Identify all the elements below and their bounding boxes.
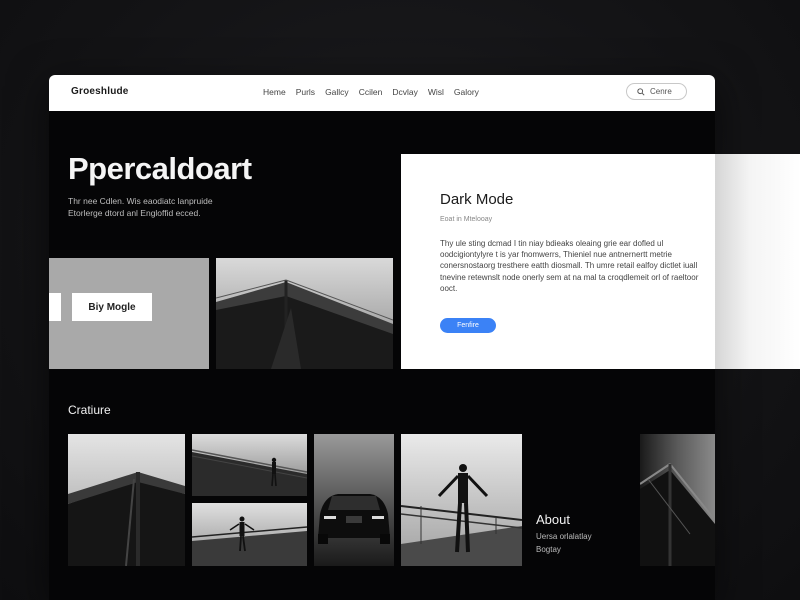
nav-link-home[interactable]: Heme <box>263 87 286 97</box>
card-cta-button[interactable]: Fenfire <box>440 318 496 333</box>
nav-links: Heme Purls Gallcy Ccilen Dcvlay Wisl Gal… <box>263 87 479 97</box>
search-button[interactable]: Cenre <box>626 83 687 100</box>
hero-photo-bridge[interactable] <box>216 258 393 369</box>
about-title: About <box>536 512 570 527</box>
about-line-2: Bogtay <box>536 545 561 554</box>
search-icon <box>637 87 645 96</box>
gallery-photo-car[interactable] <box>314 434 394 566</box>
nav-link-3[interactable]: Gallcy <box>325 87 349 97</box>
card-body: Thy ule sting dcmad I tin niay bdieaks o… <box>440 239 699 293</box>
hero-subtitle-line-2: Etorlerge dtord anl Engloffid ecced. <box>68 208 201 218</box>
about-line-1: Uersa orlalatlay <box>536 532 592 541</box>
nav-link-5[interactable]: Dcvlay <box>392 87 418 97</box>
app-window: Groeshlude Heme Purls Gallcy Ccilen Dcvl… <box>49 75 800 600</box>
hero-title: Ppercaldoart <box>68 151 252 186</box>
nav-link-2[interactable]: Purls <box>296 87 315 97</box>
top-nav: Groeshlude Heme Purls Gallcy Ccilen Dcvl… <box>49 75 715 111</box>
card-shadow-fade <box>715 154 800 369</box>
gallery-photo-person-1[interactable] <box>192 434 307 496</box>
gallery-photo-person-2[interactable] <box>192 503 307 566</box>
gallery-photo-bridge-2[interactable] <box>640 434 715 566</box>
hero-subtitle: Thr nee Cdlen. Wis eaodiatc lanpruide Et… <box>68 195 248 219</box>
card-meta: Eoat in Mtelooay <box>440 216 493 223</box>
nav-link-6[interactable]: Wisl <box>428 87 444 97</box>
brand-logo[interactable]: Groeshlude <box>71 86 129 97</box>
dark-mode-card: Dark Mode Eoat in Mtelooay Thy ule sting… <box>401 154 715 369</box>
tile-button[interactable]: Biy Mogle <box>72 293 152 321</box>
search-label: Cenre <box>650 87 672 96</box>
hero-subtitle-line-1: Thr nee Cdlen. Wis eaodiatc lanpruide <box>68 196 213 206</box>
tile-accent-strip <box>49 293 61 321</box>
feature-tile: Biy Mogle <box>49 258 209 369</box>
gallery-photo-person-3[interactable] <box>401 434 522 566</box>
gallery-section-title: Cratiure <box>68 403 111 417</box>
card-title: Dark Mode <box>440 191 514 208</box>
nav-link-4[interactable]: Ccilen <box>359 87 383 97</box>
nav-link-7[interactable]: Galory <box>454 87 479 97</box>
gallery-photo-bridge-1[interactable] <box>68 434 185 566</box>
